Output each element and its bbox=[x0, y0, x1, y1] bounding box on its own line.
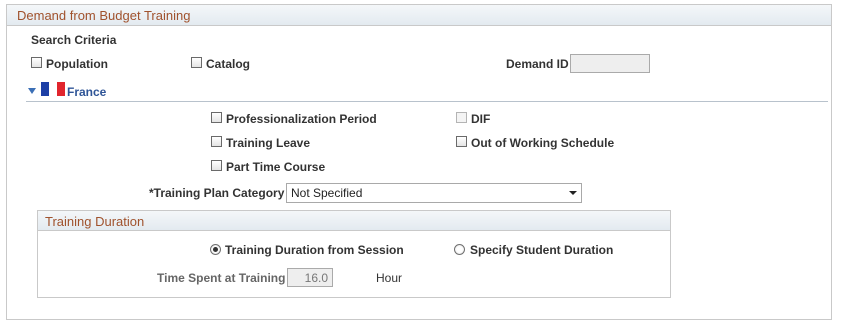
out-of-working-schedule-checkbox[interactable] bbox=[456, 136, 467, 147]
collapse-triangle-icon[interactable] bbox=[28, 88, 36, 94]
search-criteria-heading: Search Criteria bbox=[31, 33, 117, 47]
catalog-checkbox[interactable] bbox=[191, 57, 202, 68]
training-plan-category-select[interactable]: Not Specified bbox=[286, 183, 582, 203]
training-leave-checkbox[interactable] bbox=[211, 136, 222, 147]
population-checkbox[interactable] bbox=[31, 57, 42, 68]
duration-from-session-label: Training Duration from Session bbox=[225, 243, 404, 257]
dif-checkbox[interactable] bbox=[456, 112, 467, 123]
france-section-link[interactable]: France bbox=[67, 85, 106, 99]
france-divider bbox=[26, 101, 828, 102]
part-time-course-checkbox[interactable] bbox=[211, 160, 222, 171]
duration-from-session-radio[interactable] bbox=[210, 244, 221, 255]
group-title: Demand from Budget Training bbox=[17, 8, 191, 23]
specify-student-duration-label: Specify Student Duration bbox=[470, 243, 614, 257]
training-duration-title: Training Duration bbox=[45, 214, 145, 229]
out-of-working-schedule-label: Out of Working Schedule bbox=[471, 136, 615, 150]
catalog-label: Catalog bbox=[206, 57, 251, 71]
hour-unit-label: Hour bbox=[376, 271, 403, 285]
training-leave-label: Training Leave bbox=[226, 136, 311, 150]
training-plan-category-value: Not Specified bbox=[291, 186, 363, 200]
radio-selected-dot bbox=[213, 247, 218, 252]
chevron-down-icon[interactable] bbox=[569, 191, 577, 195]
demand-id-input[interactable] bbox=[570, 54, 650, 73]
time-spent-input[interactable]: 16.0 bbox=[287, 268, 333, 287]
professionalization-period-checkbox[interactable] bbox=[211, 112, 222, 123]
time-spent-label: Time Spent at Training bbox=[157, 271, 286, 285]
part-time-course-label: Part Time Course bbox=[226, 160, 326, 174]
demand-id-label: Demand ID bbox=[506, 57, 569, 71]
dif-label: DIF bbox=[471, 112, 491, 126]
population-label: Population bbox=[46, 57, 108, 71]
specify-student-duration-radio[interactable] bbox=[454, 244, 465, 255]
professionalization-period-label: Professionalization Period bbox=[226, 112, 377, 126]
training-plan-category-label: *Training Plan Category bbox=[149, 186, 285, 200]
france-flag-icon bbox=[41, 82, 65, 96]
